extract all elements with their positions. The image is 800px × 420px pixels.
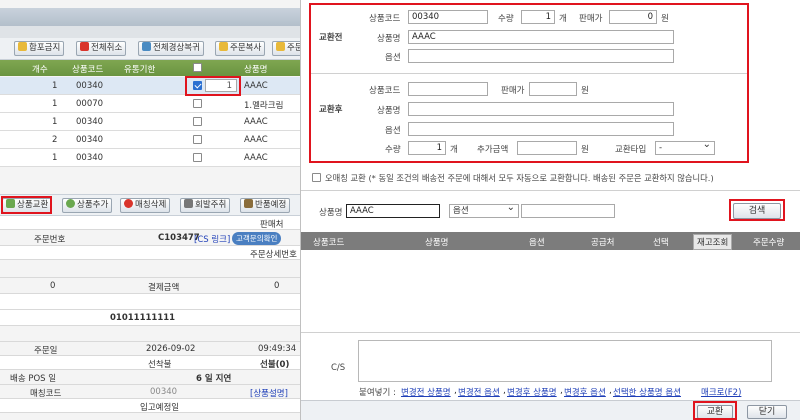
after-qty-input[interactable]: 1 xyxy=(408,141,446,155)
paste-after-name-link[interactable]: 변경후 상품명 xyxy=(507,386,557,398)
highlight-exchange-button xyxy=(1,196,52,214)
macro-link[interactable]: 매크로(F2) xyxy=(701,386,741,398)
seller-row: 판매처 xyxy=(0,216,300,230)
payment-values-row: 0 결제금액 0 xyxy=(0,278,300,294)
col-qty: 개수 xyxy=(32,65,48,75)
order-date: 2026-09-02 xyxy=(146,344,196,354)
before-qty-input[interactable]: 1 xyxy=(521,10,555,24)
x-icon xyxy=(80,42,89,51)
left-toolbar: 합포금지 전체취소 전체경상복귀 주문복사 주문 xyxy=(0,38,300,60)
form-divider xyxy=(311,73,747,74)
phone-row: 01011111111 xyxy=(0,310,300,326)
search-name-input[interactable]: AAAC xyxy=(346,204,440,218)
copy-icon xyxy=(219,42,228,51)
highlight-exchange-submit xyxy=(693,401,737,420)
divider xyxy=(301,190,800,191)
minus-icon xyxy=(124,199,133,208)
after-code-input[interactable] xyxy=(408,82,488,96)
add-product-button[interactable]: 상품추가 xyxy=(62,198,113,213)
before-name-input[interactable]: AAAC xyxy=(408,30,674,44)
results-body xyxy=(301,250,800,332)
customer-inquiry-badge[interactable]: 고객문의확인 xyxy=(232,232,282,245)
order-time: 09:49:34 xyxy=(258,344,297,354)
table-row[interactable]: 1 00070 1.멜라크림 xyxy=(0,95,300,113)
before-code-input[interactable]: 00340 xyxy=(408,10,488,24)
cs-link[interactable]: [CS 링크] xyxy=(194,233,230,245)
table-row[interactable]: 1 00340 1 AAAC xyxy=(0,77,300,95)
left-header-bar xyxy=(0,8,300,26)
phone-number: 01011111111 xyxy=(110,313,176,323)
cs-textarea[interactable] xyxy=(358,340,772,382)
paste-before-name-link[interactable]: 변경전 상품명 xyxy=(401,386,451,398)
cancel-order-button[interactable]: 회발주취 xyxy=(180,198,231,213)
stock-lookup-button[interactable]: 재고조회 xyxy=(693,234,733,250)
exchange-type-select[interactable]: - xyxy=(655,139,715,155)
highlight-row-checkbox xyxy=(185,76,241,96)
blank-row xyxy=(0,294,300,310)
grid-header: 개수 상품코드 유통기한 상품명 xyxy=(0,60,300,76)
before-price-input[interactable]: 0 xyxy=(609,10,657,24)
paste-before-option-link[interactable]: 변경전 옵션 xyxy=(458,386,500,398)
highlight-search-button xyxy=(729,199,785,221)
before-option-input[interactable] xyxy=(408,49,674,63)
plus-icon xyxy=(66,199,75,208)
lock-icon xyxy=(18,42,27,51)
search-option-select[interactable]: 옵션 xyxy=(449,202,519,218)
after-price-input[interactable] xyxy=(529,82,577,96)
order-detail-pane: 합포금지 전체취소 전체경상복귀 주문복사 주문 개수 상품코드 유통기한 상품… xyxy=(0,0,300,420)
cancel-all-button[interactable]: 전체취소 xyxy=(76,41,127,56)
after-label: 교환후 xyxy=(319,105,343,115)
copy-order-button[interactable]: 주문복사 xyxy=(215,41,266,56)
prepay-row: 선착불 선불(0) xyxy=(0,356,300,370)
mismatch-exchange-checkbox[interactable] xyxy=(312,173,321,182)
order-icon xyxy=(276,42,285,51)
return-scheduled-button[interactable]: 반품예정 xyxy=(240,198,291,213)
search-extra-input[interactable] xyxy=(521,204,615,218)
after-option-input[interactable] xyxy=(408,122,674,136)
arrival-row: 입고예정일 xyxy=(0,399,300,413)
col-expiry: 유통기한 xyxy=(124,65,156,75)
col-name: 상품명 xyxy=(244,65,268,75)
table-row[interactable]: 2 00340 AAAC xyxy=(0,131,300,149)
order-no-row: 주문번호 C103477 [CS 링크] 고객문의확인 xyxy=(0,230,300,246)
select-all-checkbox[interactable] xyxy=(193,63,202,72)
return-icon xyxy=(244,199,253,208)
row-checkbox[interactable] xyxy=(193,153,202,162)
table-row[interactable]: 1 00340 AAAC xyxy=(0,149,300,167)
before-label: 교환전 xyxy=(319,33,343,43)
after-name-input[interactable] xyxy=(408,102,674,116)
exchange-dialog: 교환전 상품코드 00340 수량 1 개 판매가 0 원 상품명 AAAC 옵… xyxy=(300,0,800,420)
row-checkbox[interactable] xyxy=(193,135,202,144)
delete-match-button[interactable]: 매칭삭제 xyxy=(120,198,171,213)
product-desc-link[interactable]: [상품설명] xyxy=(250,387,288,399)
truck-icon xyxy=(184,199,193,208)
no-merge-button[interactable]: 합포금지 xyxy=(14,41,65,56)
divider xyxy=(301,332,800,333)
payment-row xyxy=(0,260,300,278)
delay-text: 6 일 지연 xyxy=(196,374,232,384)
extra-amount-input[interactable] xyxy=(517,141,577,155)
match-code-row: 매칭코드 00340 [상품설명] xyxy=(0,385,300,399)
order-button[interactable]: 주문 xyxy=(272,41,300,56)
order-detail-row: 주문상세번호 xyxy=(0,246,300,260)
blank-row-2 xyxy=(0,326,300,342)
restore-icon xyxy=(142,42,151,51)
mismatch-exchange-label: 오매칭 교환 (* 동일 조건의 배송전 주문에 대해서 모두 자동으로 교환합… xyxy=(325,173,714,183)
paste-selected-link[interactable]: 선택한 상품명 옵션 xyxy=(613,386,681,398)
delivery-row: 배송 POS 일 6 일 지연 xyxy=(0,370,300,385)
results-header: 상품코드 상품명 옵션 공급처 선택 재고조회 주문수량 xyxy=(301,232,800,250)
order-date-row: 주문일 2026-09-02 09:49:34 xyxy=(0,342,300,356)
row-checkbox[interactable] xyxy=(193,117,202,126)
restore-all-button[interactable]: 전체경상복귀 xyxy=(138,41,204,56)
table-row[interactable]: 1 00340 AAAC xyxy=(0,113,300,131)
col-code: 상품코드 xyxy=(72,65,104,75)
close-button[interactable]: 닫기 xyxy=(747,405,787,419)
row-checkbox[interactable] xyxy=(193,99,202,108)
left-subheader-bar xyxy=(0,26,300,38)
paste-after-option-link[interactable]: 변경후 옵션 xyxy=(564,386,606,398)
